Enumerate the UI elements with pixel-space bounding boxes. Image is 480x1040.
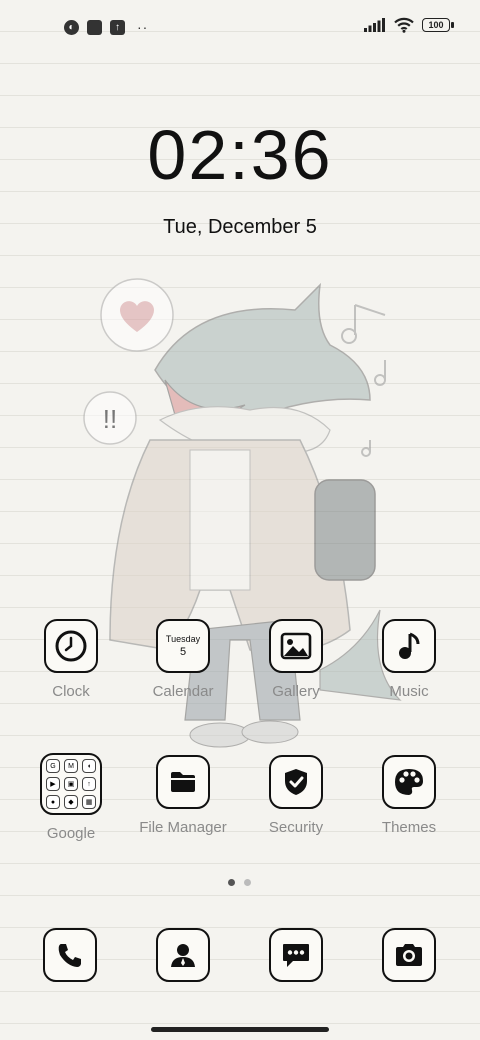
phone-icon[interactable] [43,928,97,982]
clock-widget-time[interactable]: 02:36 [0,115,480,195]
signal-icon [364,18,385,32]
gallery-icon[interactable] [269,619,323,673]
page-dot-1[interactable] [228,879,235,886]
dock-camera[interactable] [382,928,436,982]
clock-icon[interactable] [44,619,98,673]
google-app-icon: G [46,759,60,773]
app-gallery[interactable]: Gallery [241,619,351,700]
app-label: Gallery [272,683,320,700]
eye-circle-icon: ◐ [64,19,79,35]
system-icons: 100 [364,17,454,33]
app-music[interactable]: Music [354,619,464,700]
app-label: Themes [381,819,437,836]
clock-widget-date[interactable]: Tue, December 5 [0,216,480,239]
dock-phone[interactable] [43,928,97,982]
youtube-music-app-icon: ▣ [64,777,78,791]
page-dot-2[interactable] [244,879,251,886]
music-note-icon[interactable] [382,619,436,673]
home-gesture-bar[interactable] [151,1027,329,1032]
palette-icon[interactable] [382,755,436,809]
calendar-icon-day: Tuesday [165,633,201,644]
app-themes[interactable]: Themes [354,755,464,836]
youtube-app-icon: ▶ [46,777,60,791]
calendar-icon[interactable]: Tuesday 5 [156,619,210,673]
app-label: Clock [52,683,90,700]
dock-contacts[interactable] [156,928,210,982]
folder-icon[interactable] [156,755,210,809]
photos-app-icon: ◆ [64,795,78,809]
status-bar: ◐ ↑ ·· 100 [0,0,480,56]
app-label: Calendar [152,683,214,700]
app-security[interactable]: Security [241,755,351,836]
meet-app-icon: ▦ [82,795,96,809]
app-calendar[interactable]: Tuesday 5 Calendar [128,619,238,700]
upload-icon: ↑ [110,19,125,35]
contacts-icon[interactable] [156,928,210,982]
app-clock[interactable]: Clock [16,619,126,700]
google-folder-icon[interactable]: G M ◖ ▶ ▣ ↑ ● ◆ ▦ [40,753,102,815]
wallpaper-exclamation-marks: !! [103,404,117,434]
page-indicator[interactable] [228,879,251,886]
shield-check-icon[interactable] [269,755,323,809]
drive-app-icon: ↑ [82,777,96,791]
camera-icon[interactable] [382,928,436,982]
more-notifications-indicator: ·· [137,19,149,35]
messages-icon[interactable] [269,928,323,982]
app-label: Google [46,825,96,842]
folder-google[interactable]: G M ◖ ▶ ▣ ↑ ● ◆ ▦ Google [16,753,126,842]
app-label: Security [268,819,324,836]
phone-app-icon: ◖ [82,759,96,773]
square-app-icon [87,19,102,35]
chrome-app-icon: ● [46,795,60,809]
app-file-manager[interactable]: File Manager [128,755,238,836]
calendar-icon-date: 5 [179,645,187,658]
dock-messages[interactable] [269,928,323,982]
wifi-icon [394,17,414,33]
notification-icons: ◐ ↑ ·· [64,19,148,35]
app-label: File Manager [139,819,227,836]
gmail-app-icon: M [64,759,78,773]
battery-icon: 100 [422,18,454,32]
app-label: Music [389,683,429,700]
